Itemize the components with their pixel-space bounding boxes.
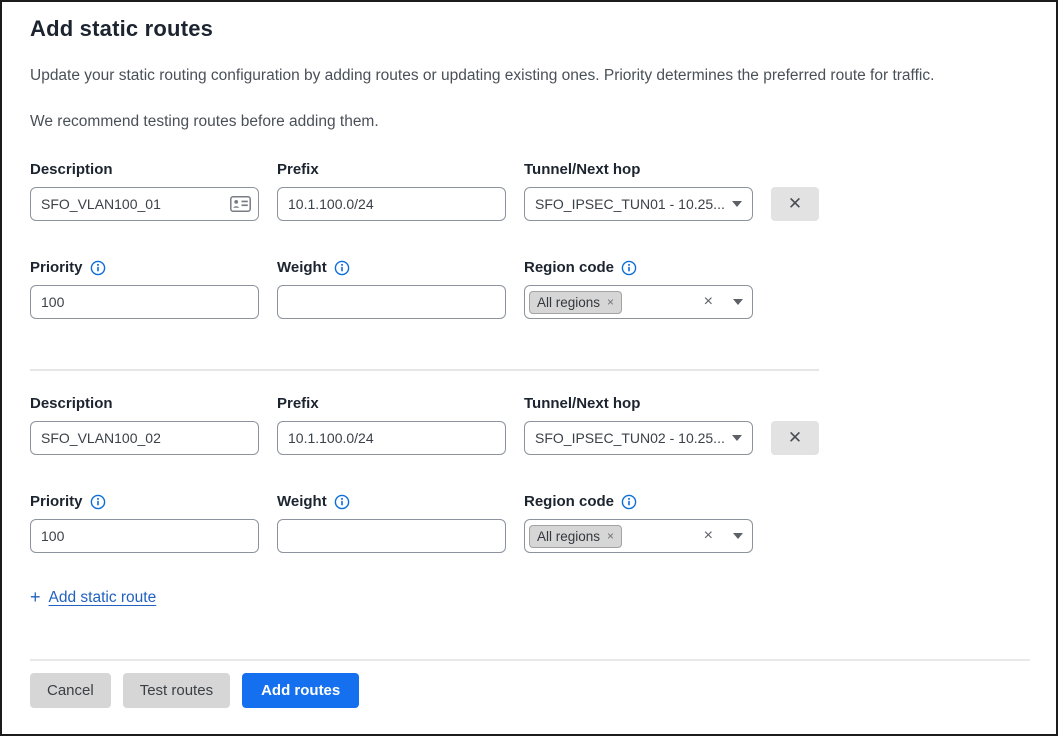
region-code-label: Region code <box>524 259 614 276</box>
region-code-multiselect[interactable]: All regions × × <box>524 519 753 553</box>
info-icon[interactable] <box>90 260 106 276</box>
region-code-field-2: Region code All regions × <box>524 493 753 553</box>
description-input[interactable] <box>30 187 259 221</box>
region-tag: All regions × <box>529 291 622 314</box>
info-icon[interactable] <box>621 494 637 510</box>
prefix-field-1: Prefix <box>277 161 506 221</box>
priority-field-1: Priority <box>30 259 259 319</box>
weight-label: Weight <box>277 259 327 276</box>
weight-input[interactable] <box>277 285 506 319</box>
tunnel-field-1: Tunnel/Next hop SFO_IPSEC_TUN01 - 10.25.… <box>524 161 753 221</box>
tunnel-field-2: Tunnel/Next hop SFO_IPSEC_TUN02 - 10.25.… <box>524 395 753 455</box>
tag-remove-icon[interactable]: × <box>607 296 614 308</box>
contact-card-autofill-icon[interactable] <box>230 196 251 212</box>
description-input[interactable] <box>30 421 259 455</box>
tunnel-selected-value: SFO_IPSEC_TUN01 - 10.25... <box>535 196 724 212</box>
prefix-label: Prefix <box>277 395 506 412</box>
chevron-down-icon <box>733 299 743 305</box>
region-tag-label: All regions <box>537 529 600 544</box>
region-code-label: Region code <box>524 493 614 510</box>
description-field-1: Description <box>30 161 259 221</box>
priority-label: Priority <box>30 259 83 276</box>
clear-selection-icon[interactable]: × <box>704 294 713 310</box>
route-group-1: Description Prefix <box>30 161 1028 319</box>
weight-input[interactable] <box>277 519 506 553</box>
weight-field-2: Weight <box>277 493 506 553</box>
priority-label: Priority <box>30 493 83 510</box>
route-group-divider <box>30 369 819 371</box>
prefix-input[interactable] <box>277 421 506 455</box>
close-icon: ✕ <box>788 428 802 448</box>
footer-divider <box>30 659 1030 661</box>
tunnel-next-hop-label: Tunnel/Next hop <box>524 161 753 178</box>
tunnel-next-hop-label: Tunnel/Next hop <box>524 395 753 412</box>
add-routes-button[interactable]: Add routes <box>242 673 359 708</box>
tag-remove-icon[interactable]: × <box>607 530 614 542</box>
region-code-multiselect[interactable]: All regions × × <box>524 285 753 319</box>
remove-route-button[interactable]: ✕ <box>771 187 819 221</box>
chevron-down-icon <box>732 201 742 207</box>
weight-field-1: Weight <box>277 259 506 319</box>
priority-input[interactable] <box>30 519 259 553</box>
region-tag: All regions × <box>529 525 622 548</box>
chevron-down-icon <box>733 533 743 539</box>
weight-label: Weight <box>277 493 327 510</box>
add-static-route-label: Add static route <box>49 589 157 607</box>
chevron-down-icon <box>732 435 742 441</box>
tunnel-selected-value: SFO_IPSEC_TUN02 - 10.25... <box>535 430 724 446</box>
priority-field-2: Priority <box>30 493 259 553</box>
close-icon: ✕ <box>788 194 802 214</box>
plus-icon: + <box>30 587 41 608</box>
intro-text: Update your static routing configuration… <box>30 67 1028 85</box>
info-icon[interactable] <box>334 260 350 276</box>
prefix-input[interactable] <box>277 187 506 221</box>
description-label: Description <box>30 161 259 178</box>
remove-route-button[interactable]: ✕ <box>771 421 819 455</box>
prefix-field-2: Prefix <box>277 395 506 455</box>
info-icon[interactable] <box>90 494 106 510</box>
description-field-2: Description <box>30 395 259 455</box>
description-label: Description <box>30 395 259 412</box>
priority-input[interactable] <box>30 285 259 319</box>
region-tag-label: All regions <box>537 295 600 310</box>
region-code-field-1: Region code All regions × <box>524 259 753 319</box>
recommendation-text: We recommend testing routes before addin… <box>30 113 1028 131</box>
add-static-routes-dialog: Add static routes Update your static rou… <box>0 0 1058 736</box>
info-icon[interactable] <box>334 494 350 510</box>
clear-selection-icon[interactable]: × <box>704 528 713 544</box>
info-icon[interactable] <box>621 260 637 276</box>
page-title: Add static routes <box>30 16 1028 42</box>
test-routes-button[interactable]: Test routes <box>123 673 230 708</box>
add-static-route-link[interactable]: + Add static route <box>30 587 156 608</box>
cancel-button[interactable]: Cancel <box>30 673 111 708</box>
route-group-2: Description Prefix Tunnel/Next hop SFO_I… <box>30 395 1028 553</box>
prefix-label: Prefix <box>277 161 506 178</box>
dialog-footer: Cancel Test routes Add routes <box>30 659 1030 708</box>
tunnel-select[interactable]: SFO_IPSEC_TUN02 - 10.25... <box>524 421 753 455</box>
tunnel-select[interactable]: SFO_IPSEC_TUN01 - 10.25... <box>524 187 753 221</box>
